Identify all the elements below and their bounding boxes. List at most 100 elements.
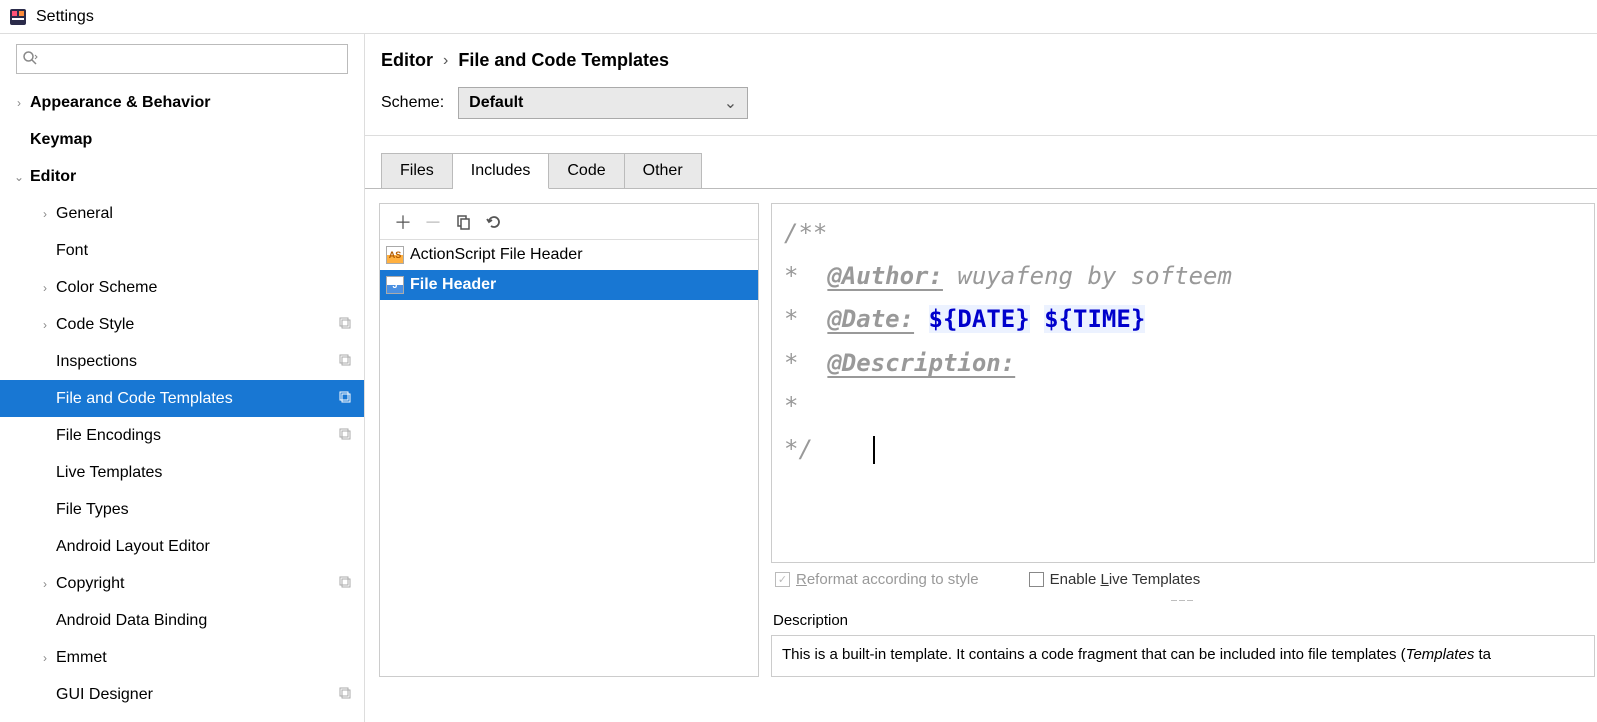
search-icon (22, 50, 38, 69)
chevron-down-icon: ⌄ (724, 93, 737, 113)
reformat-checkbox: ✓ Reformat according to style (775, 571, 979, 588)
chevron-icon: › (12, 96, 26, 110)
file-icon: AS (386, 246, 404, 264)
tree-item[interactable]: Keymap (0, 121, 364, 158)
tree-item[interactable]: › Appearance & Behavior (0, 84, 364, 121)
checkbox-icon: ✓ (775, 572, 790, 587)
tree-item-label: Editor (30, 168, 354, 186)
tab-includes[interactable]: Includes (453, 153, 550, 189)
tree-item-label: Live Templates (56, 464, 354, 482)
sidebar-search[interactable] (16, 44, 348, 74)
tree-item[interactable]: Font (0, 232, 364, 269)
code-variable: ${TIME} (1044, 305, 1145, 333)
scheme-row: Scheme: Default ⌄ (365, 81, 1597, 136)
tree-item-label: General (56, 205, 354, 223)
tree-item-label: Appearance & Behavior (30, 94, 354, 112)
window-title: Settings (36, 8, 94, 26)
code-tag: @Description: (827, 349, 1015, 377)
scheme-select[interactable]: Default ⌄ (458, 87, 748, 119)
tree-item-label: File Types (56, 501, 354, 519)
code-text: * (784, 262, 827, 290)
tree-item-label: GUI Designer (56, 686, 336, 704)
file-icon: J (386, 276, 404, 294)
tree-item[interactable]: › General (0, 195, 364, 232)
template-list: AS ActionScript File Header JFile Header (380, 240, 758, 676)
tree-item[interactable]: GUI Designer (0, 676, 364, 712)
titlebar: Settings (0, 0, 1597, 34)
code-text: wuyafeng by softeem (943, 262, 1232, 290)
breadcrumb-root[interactable]: Editor (381, 50, 433, 71)
scope-icon (336, 316, 354, 333)
code-text: * (784, 392, 798, 420)
scope-icon (336, 390, 354, 407)
tree-item[interactable]: › Emmet (0, 639, 364, 676)
description-section: Description This is a built-in template.… (771, 602, 1595, 677)
template-code-editor[interactable]: /** * @Author: wuyafeng by softeem * @Da… (771, 203, 1595, 563)
tree-item-label: Inspections (56, 353, 336, 371)
scope-icon (336, 427, 354, 444)
tree-item[interactable]: ›Code Style (0, 306, 364, 343)
scope-icon (336, 575, 354, 592)
content-area: Editor › File and Code Templates Scheme:… (365, 34, 1597, 722)
chevron-right-icon: › (443, 52, 448, 70)
settings-tree: › Appearance & Behavior Keymap ⌄Editor › Gene… (0, 84, 364, 712)
tree-item-label: Color Scheme (56, 279, 354, 297)
tree-item[interactable]: Android Data Binding (0, 602, 364, 639)
tree-item-label: File Encodings (56, 427, 336, 445)
tree-item-label: Emmet (56, 649, 354, 667)
search-input[interactable] (16, 44, 348, 74)
code-variable: ${DATE} (929, 305, 1030, 333)
chevron-icon: › (38, 577, 52, 591)
tree-item[interactable]: File and Code Templates (0, 380, 364, 417)
chevron-icon: › (38, 207, 52, 221)
tree-item[interactable]: Android Layout Editor (0, 528, 364, 565)
tab-code[interactable]: Code (549, 153, 624, 189)
reformat-label: Reformat according to style (796, 571, 979, 588)
revert-button[interactable] (478, 208, 508, 236)
copy-button[interactable] (448, 208, 478, 236)
chevron-icon: › (38, 318, 52, 332)
tree-item[interactable]: ›Copyright (0, 565, 364, 602)
chevron-icon: › (38, 651, 52, 665)
add-button[interactable]: ＋ (388, 208, 418, 236)
tree-item[interactable]: File Types (0, 491, 364, 528)
template-tabs: FilesIncludesCodeOther (365, 136, 1597, 189)
desc-text: ta (1474, 646, 1491, 663)
template-list-toolbar: ＋ － (380, 204, 758, 240)
enable-live-templates-checkbox[interactable]: Enable Live Templates (1029, 571, 1201, 588)
breadcrumb: Editor › File and Code Templates (365, 34, 1597, 81)
tree-item-label: Android Data Binding (56, 612, 354, 630)
tree-item-label: Font (56, 242, 354, 260)
desc-text: This is a built-in template. It contains… (782, 646, 1406, 663)
template-list-pane: ＋ － AS ActionScript File Header JFile Head… (379, 203, 759, 677)
enable-live-label: Enable Live Templates (1050, 571, 1201, 588)
settings-sidebar: › Appearance & Behavior Keymap ⌄Editor › Gene… (0, 34, 365, 722)
tab-other[interactable]: Other (625, 153, 702, 189)
tree-item-label: File and Code Templates (56, 390, 336, 408)
tree-item[interactable]: ⌄Editor (0, 158, 364, 195)
tree-item[interactable]: › Color Scheme (0, 269, 364, 306)
code-tag: @Date: (827, 305, 914, 333)
scope-icon (336, 353, 354, 370)
breadcrumb-leaf: File and Code Templates (458, 50, 669, 71)
tree-item-label: Keymap (30, 131, 354, 149)
template-list-item[interactable]: JFile Header (380, 270, 758, 300)
chevron-icon: › (38, 281, 52, 295)
resize-handle[interactable]: ┄┄┄ (771, 596, 1595, 602)
editor-pane: /** * @Author: wuyafeng by softeem * @Da… (771, 203, 1597, 677)
scheme-label: Scheme: (381, 94, 444, 112)
code-text: * (784, 305, 827, 333)
app-icon (8, 7, 28, 27)
description-label: Description (771, 606, 1595, 635)
tree-item[interactable]: File Encodings (0, 417, 364, 454)
remove-button[interactable]: － (418, 208, 448, 236)
desc-text-italic: Templates (1406, 646, 1475, 663)
tab-files[interactable]: Files (381, 153, 453, 189)
code-text: * (784, 349, 827, 377)
tree-item-label: Android Layout Editor (56, 538, 354, 556)
tree-item[interactable]: Inspections (0, 343, 364, 380)
scheme-value: Default (469, 94, 523, 112)
template-item-label: ActionScript File Header (410, 246, 583, 264)
template-list-item[interactable]: AS ActionScript File Header (380, 240, 758, 270)
tree-item[interactable]: Live Templates (0, 454, 364, 491)
